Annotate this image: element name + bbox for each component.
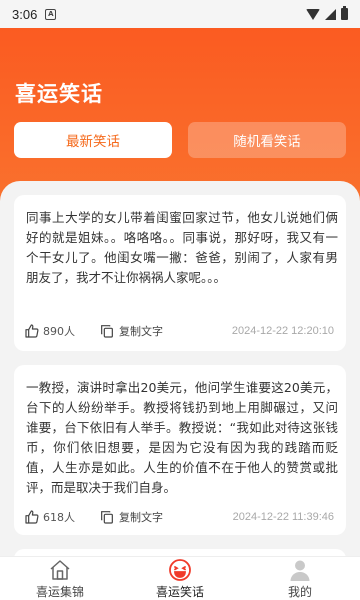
nav-item-jokes[interactable]: 喜运笑话 bbox=[120, 557, 240, 600]
nav-label: 喜运笑话 bbox=[155, 585, 204, 599]
joke-text: 一教授，演讲时拿出20美元，他问学生谁要这20美元，台下的人纷纷举手。教授将钱扔… bbox=[26, 380, 338, 495]
nav-label: 我的 bbox=[287, 585, 312, 599]
copy-text-button[interactable]: 复制文字 bbox=[99, 509, 163, 525]
joke-list[interactable]: 同事上大学的女儿带着闺蜜回家过节，他女儿说她们俩好的就是姐妹。。咯咯咯。。同事说… bbox=[0, 181, 360, 556]
laughing-face-icon bbox=[169, 559, 191, 581]
status-icons bbox=[306, 6, 348, 20]
like-count: 618人 bbox=[43, 511, 75, 524]
thumbs-up-icon[interactable] bbox=[24, 323, 40, 339]
nav-item-collection[interactable]: 喜运集锦 bbox=[0, 557, 120, 600]
joke-text: 同事上大学的女儿带着闺蜜回家过节，他女儿说她们俩好的就是姐妹。。咯咯咯。。同事说… bbox=[26, 210, 338, 285]
timestamp: 2024-12-22 12:20:10 bbox=[231, 325, 334, 337]
home-icon bbox=[50, 560, 70, 580]
copy-icon bbox=[101, 511, 113, 524]
joke-card: 同事上大学的女儿带着闺蜜回家过节，他女儿说她们俩好的就是姐妹。。咯咯咯。。同事说… bbox=[14, 195, 346, 351]
thumbs-up-icon[interactable] bbox=[24, 509, 40, 525]
status-time: 3:06 bbox=[12, 6, 38, 22]
app-notification-icon: A bbox=[45, 8, 57, 20]
joke-card-footer: 618人 复制文字 2024-12-22 11:39:46 bbox=[24, 507, 334, 527]
battery-icon bbox=[341, 6, 348, 20]
copy-icon bbox=[101, 325, 113, 338]
timestamp: 2024-12-22 11:39:46 bbox=[232, 511, 334, 523]
status-bar: 3:06 A bbox=[0, 0, 360, 28]
like-count: 890人 bbox=[43, 325, 75, 338]
user-icon bbox=[290, 560, 310, 581]
tab-latest-jokes[interactable]: 最新笑话 bbox=[14, 122, 172, 158]
wifi-icon bbox=[306, 8, 320, 20]
nav-label: 喜运集锦 bbox=[35, 585, 84, 599]
nav-item-profile[interactable]: 我的 bbox=[240, 557, 360, 600]
copy-text-label: 复制文字 bbox=[119, 511, 163, 524]
joke-card-partial bbox=[14, 549, 346, 556]
tab-random-jokes[interactable]: 随机看笑话 bbox=[188, 122, 346, 158]
signal-icon bbox=[325, 8, 336, 20]
joke-card-footer: 890人 复制文字 2024-12-22 12:20:10 bbox=[24, 321, 334, 341]
copy-text-button[interactable]: 复制文字 bbox=[99, 323, 163, 339]
joke-card: 一教授，演讲时拿出20美元，他问学生谁要这20美元，台下的人纷纷举手。教授将钱扔… bbox=[14, 365, 346, 535]
copy-text-label: 复制文字 bbox=[119, 325, 163, 338]
page-title: 喜运笑话 bbox=[15, 82, 103, 106]
bottom-nav: 喜运集锦 喜运笑话 我的 bbox=[0, 556, 360, 600]
